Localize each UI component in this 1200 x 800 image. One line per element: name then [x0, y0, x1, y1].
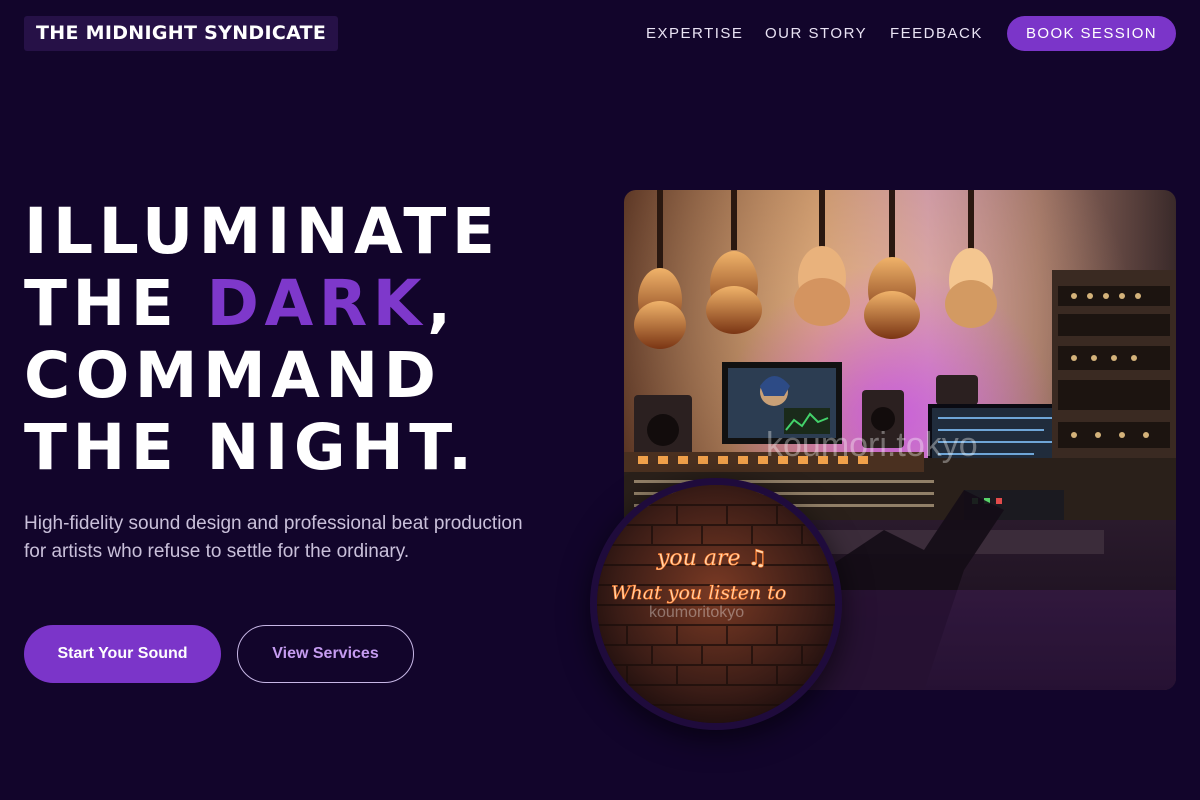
headline-line-2: THE DARK, [24, 268, 500, 340]
headline-accent-word: DARK [206, 267, 428, 340]
headline-line-4: THE NIGHT. [24, 411, 478, 484]
brand-logo[interactable]: THE MIDNIGHT SYNDICATE [24, 16, 339, 51]
hero-headline: ILLUMINATE THE DARK, COMMAND THE NIGHT. [24, 196, 500, 484]
headline-line-3: COMMAND [24, 339, 442, 412]
nav-link-feedback[interactable]: FEEDBACK [890, 25, 983, 42]
nav-link-our-story[interactable]: OUR STORY [765, 25, 867, 42]
start-your-sound-button[interactable]: Start Your Sound [24, 625, 221, 683]
book-session-button[interactable]: BOOK SESSION [1007, 16, 1176, 51]
neon-text-line-1: you are ♫ [656, 546, 767, 571]
nav-link-expertise[interactable]: EXPERTISE [646, 25, 743, 42]
neon-brick-illustration: you are ♫ What you listen to koumoritoky… [597, 485, 835, 723]
headline-line-1: ILLUMINATE [24, 195, 501, 268]
neon-sign-photo: you are ♫ What you listen to koumoritoky… [590, 478, 842, 730]
hero-description: High-fidelity sound design and professio… [24, 513, 523, 562]
studio-watermark: koumori.tokyo [766, 426, 978, 464]
headline-line-2-pre: THE [24, 267, 207, 340]
top-navigation: THE MIDNIGHT SYNDICATE EXPERTISE OUR STO… [0, 0, 1200, 68]
neon-watermark: koumoritokyo [649, 604, 744, 621]
view-services-button[interactable]: View Services [237, 625, 414, 683]
neon-text-line-2: What you listen to [611, 582, 786, 604]
headline-line-2-post: , [427, 267, 457, 340]
